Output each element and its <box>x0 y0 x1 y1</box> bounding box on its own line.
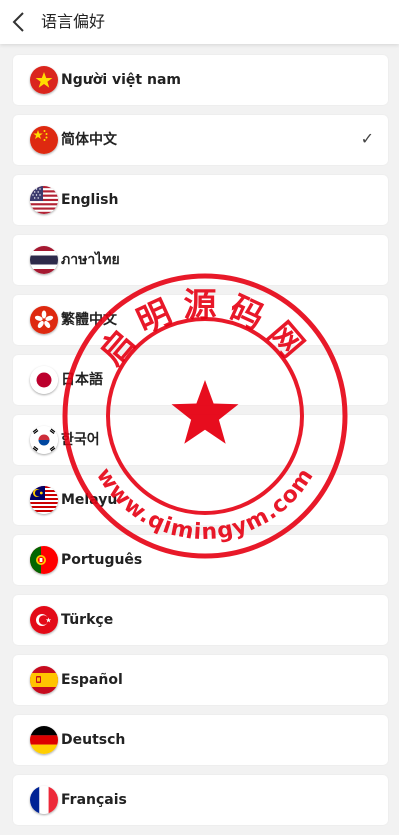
language-item-german[interactable]: Deutsch <box>13 715 388 765</box>
language-label: 繁體中文 <box>61 312 117 328</box>
language-item-french[interactable]: Français <box>13 775 388 825</box>
language-label: Português <box>61 552 143 568</box>
language-label: 简体中文 <box>61 132 117 148</box>
korea-flag-icon <box>30 426 58 454</box>
language-label: Français <box>61 792 127 808</box>
language-item-malay[interactable]: Melayu <box>13 475 388 525</box>
japan-flag-icon <box>30 366 58 394</box>
language-item-japanese[interactable]: 日本語 <box>13 355 388 405</box>
language-label: ภาษาไทย <box>61 252 120 268</box>
vietnam-flag-icon <box>30 66 58 94</box>
language-label: Türkçe <box>61 612 114 628</box>
page-title: 语言偏好 <box>41 12 106 31</box>
france-flag-icon <box>30 786 58 814</box>
turkey-flag-icon <box>30 606 58 634</box>
language-item-portuguese[interactable]: Português <box>13 535 388 585</box>
language-item-english[interactable]: English <box>13 175 388 225</box>
language-item-simplified-chinese[interactable]: 简体中文 ✓ <box>13 115 388 165</box>
language-item-korean[interactable]: 한국어 <box>13 415 388 465</box>
language-label: Español <box>61 672 123 688</box>
language-label: 한국어 <box>61 432 100 448</box>
back-button[interactable] <box>8 8 32 36</box>
language-label: Deutsch <box>61 732 126 748</box>
germany-flag-icon <box>30 726 58 754</box>
portugal-flag-icon <box>30 546 58 574</box>
language-item-turkish[interactable]: Türkçe <box>13 595 388 645</box>
malaysia-flag-icon <box>30 486 58 514</box>
language-item-vietnamese[interactable]: Người việt nam <box>13 55 388 105</box>
language-item-spanish[interactable]: Español <box>13 655 388 705</box>
selected-check-icon: ✓ <box>360 129 374 148</box>
spain-flag-icon <box>30 666 58 694</box>
language-label: Melayu <box>61 492 118 508</box>
language-item-thai[interactable]: ภาษาไทย <box>13 235 388 285</box>
top-bar: 语言偏好 <box>0 0 399 44</box>
language-label: 日本語 <box>61 372 103 388</box>
language-item-traditional-chinese[interactable]: 繁體中文 <box>13 295 388 345</box>
thailand-flag-icon <box>30 246 58 274</box>
china-flag-icon <box>30 126 58 154</box>
language-list: Người việt nam 简体中文 ✓ English ภาษาไทย 繁體… <box>0 55 399 835</box>
language-label: English <box>61 192 119 208</box>
hong-kong-flag-icon <box>30 306 58 334</box>
language-label: Người việt nam <box>61 72 181 88</box>
chevron-left-icon <box>12 12 24 32</box>
usa-flag-icon <box>30 186 58 214</box>
